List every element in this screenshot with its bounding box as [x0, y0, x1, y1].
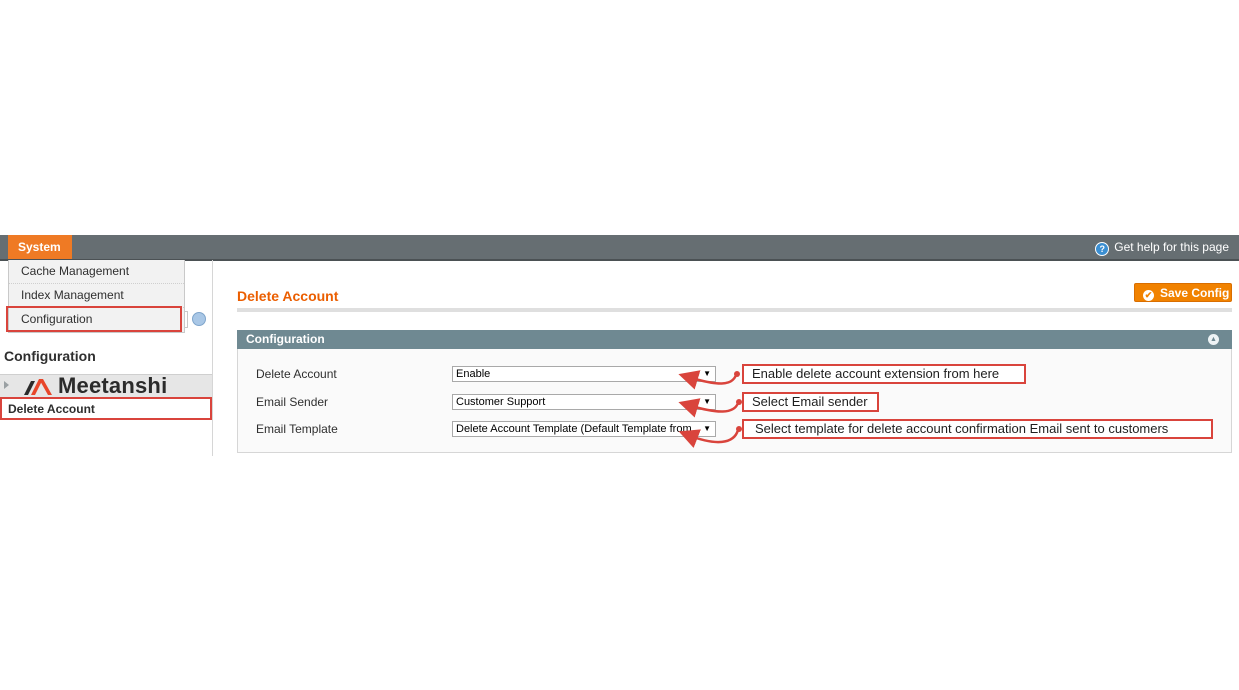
callout-email-template: Select template for delete account confi…: [742, 419, 1213, 439]
collapse-icon[interactable]: ▲: [1208, 334, 1219, 345]
help-icon: ?: [1095, 242, 1110, 256]
menu-item-index-management[interactable]: Index Management: [9, 284, 184, 308]
save-config-button[interactable]: ✔ Save Config: [1134, 283, 1232, 302]
highlight-configuration-menu: [6, 306, 182, 332]
scope-help-icon[interactable]: [192, 312, 206, 326]
delete-account-select[interactable]: Enable ▼: [452, 366, 716, 382]
section-header[interactable]: Configuration: [237, 330, 1232, 349]
field-label-email-sender: Email Sender: [256, 395, 329, 409]
menu-item-cache-management[interactable]: Cache Management: [9, 260, 184, 284]
highlight-delete-account-nav: [0, 397, 212, 420]
meetanshi-logo: [24, 379, 52, 395]
email-template-value: Delete Account Template (Default Templat…: [456, 423, 692, 435]
page-title: Delete Account: [237, 288, 339, 304]
dropdown-caret-icon: ▼: [703, 397, 711, 406]
top-nav-bar: [0, 235, 1239, 261]
callout-email-sender: Select Email sender: [742, 392, 879, 412]
nav-system[interactable]: System: [8, 235, 72, 259]
dropdown-caret-icon: ▼: [703, 424, 711, 433]
title-divider: [237, 308, 1232, 312]
sidebar-title: Configuration: [4, 348, 96, 364]
field-label-delete-account: Delete Account: [256, 367, 337, 381]
sidebar-brand: Meetanshi: [58, 373, 168, 398]
callout-enable: Enable delete account extension from her…: [742, 364, 1026, 384]
help-text: Get help for this page: [1114, 240, 1229, 254]
chevron-right-icon: [4, 381, 9, 389]
email-template-select[interactable]: Delete Account Template (Default Templat…: [452, 421, 716, 437]
field-label-email-template: Email Template: [256, 422, 338, 436]
email-sender-select[interactable]: Customer Support ▼: [452, 394, 716, 410]
delete-account-value: Enable: [456, 368, 491, 380]
dropdown-caret-icon: ▼: [703, 369, 711, 378]
help-link[interactable]: ? Get help for this page: [1095, 235, 1229, 259]
check-icon: ✔: [1143, 290, 1154, 301]
save-config-label: Save Config: [1160, 286, 1230, 300]
email-sender-value: Customer Support: [456, 396, 546, 408]
